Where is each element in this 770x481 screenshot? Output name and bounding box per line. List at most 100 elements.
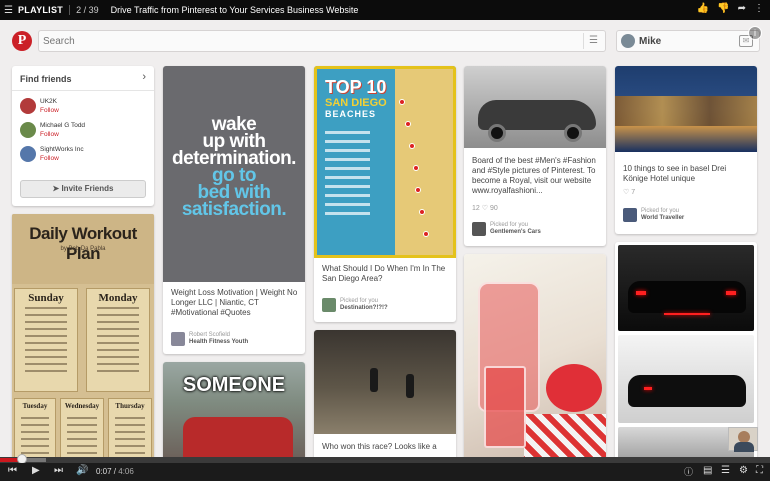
follow-link[interactable]: Follow: [40, 107, 59, 114]
pin-attribution[interactable]: Picked for you World Traveller: [623, 208, 751, 224]
follow-link[interactable]: Follow: [40, 155, 59, 162]
pinterest-header: P ☰ Mike ✉: [10, 28, 760, 54]
map-pin-icon: [399, 99, 405, 105]
play-icon[interactable]: ▶: [32, 465, 40, 476]
current-time: 0:07: [96, 467, 112, 476]
pinner-avatar: [472, 222, 486, 236]
invite-friends-button[interactable]: ➤ Invite Friends: [20, 180, 146, 198]
divider: [12, 90, 154, 91]
playlist-position: 2 / 39: [76, 5, 99, 15]
invite-friends-label: Invite Friends: [61, 184, 114, 193]
pinner-avatar: [171, 332, 185, 346]
workout-day: Monday: [98, 292, 138, 304]
pin-attribution[interactable]: Picked for you Gentlemen's Cars: [472, 222, 600, 238]
pin-image[interactable]: [618, 245, 754, 331]
info-icon[interactable]: i: [748, 26, 762, 40]
beach-list: [325, 131, 385, 221]
cloth-shape: [524, 414, 606, 457]
workout-day-column: Monday: [86, 288, 150, 392]
pin-image[interactable]: [464, 66, 606, 148]
map-pin-icon: [405, 121, 411, 127]
volume-icon[interactable]: 🔊: [76, 465, 88, 476]
workout-day: Sunday: [28, 292, 64, 304]
share-icon[interactable]: ➦: [738, 3, 746, 14]
pin-description: Weight Loss Motivation | Weight No Longe…: [171, 288, 298, 317]
user-name: Mike: [639, 36, 662, 47]
annotations-icon[interactable]: ⓘ: [684, 465, 693, 478]
friend-item: SightWorks Inc Follow: [20, 144, 150, 166]
find-friends-card: Find friends › UK2K Follow Michael G Tod…: [12, 66, 154, 206]
taillight: [644, 387, 652, 390]
pin-description: Board of the best #Men's #Fashion and #S…: [472, 156, 596, 195]
taillight: [636, 291, 646, 295]
search-categories-icon[interactable]: ☰: [583, 33, 603, 49]
video-title[interactable]: Drive Traffic from Pinterest to Your Ser…: [111, 5, 359, 15]
hotel-shape: [615, 96, 757, 126]
chevron-right-icon[interactable]: ›: [142, 71, 146, 83]
find-friends-title: Find friends: [20, 74, 72, 84]
picked-for-you: Picked for you: [490, 222, 529, 228]
friend-avatar: [20, 122, 36, 138]
friend-name: Michael G Todd: [40, 122, 86, 129]
map-pin-icon: [415, 187, 421, 193]
time-display: 0:07 / 4:06: [96, 467, 134, 476]
pin-image-text: wake up with determination. go to bed wi…: [172, 114, 296, 220]
taillight: [726, 291, 736, 295]
workout-day-column: Wednesday: [60, 398, 104, 457]
workout-pin[interactable]: Daily Workout Plan by Bob Da Pabla Sunda…: [12, 214, 154, 457]
car-body: [628, 375, 746, 407]
settings-gear-icon[interactable]: ⚙: [739, 465, 748, 476]
creator-thumbnail[interactable]: [728, 427, 758, 452]
search-input[interactable]: [43, 33, 573, 49]
basel-pin[interactable]: 10 things to see in basel Drei Könige Ho…: [615, 66, 757, 234]
pin-image-title: TOP 10: [325, 77, 387, 97]
pin-attribution[interactable]: Picked for you Destination?!?!?: [322, 298, 450, 314]
map-pin-icon: [409, 143, 415, 149]
creator-body: [734, 442, 754, 452]
workout-day: Wednesday: [64, 402, 100, 410]
san-diego-pin[interactable]: TOP 10 SAN DIEGO BEACHES What Should I D…: [314, 66, 456, 322]
playlist-bar: ☰ PLAYLIST 2 / 39 Drive Traffic from Pin…: [0, 0, 770, 20]
workout-title: Daily Workout Plan: [29, 224, 137, 263]
follow-link[interactable]: Follow: [40, 131, 59, 138]
race-pin[interactable]: Who won this race? Looks like a: [314, 330, 456, 457]
previous-icon[interactable]: ⏮: [8, 465, 17, 476]
fullscreen-icon[interactable]: ⛶: [756, 465, 763, 476]
dislike-icon[interactable]: 👎: [717, 3, 729, 14]
workout-day-column: Thursday: [108, 398, 152, 457]
next-icon[interactable]: ⏭: [54, 465, 63, 476]
duration: 4:06: [118, 467, 134, 476]
video-frame[interactable]: P ☰ Mike ✉ i Find friends › UK2K Follow: [0, 20, 770, 457]
pin-attribution[interactable]: Robert Scofield Health Fitness Youth: [171, 332, 299, 348]
car-pin[interactable]: Board of the best #Men's #Fashion and #S…: [464, 66, 606, 246]
motivation-pin[interactable]: wake up with determination. go to bed wi…: [163, 66, 305, 354]
pin-image[interactable]: [618, 335, 754, 423]
pinterest-logo-icon: P: [12, 31, 32, 51]
black-car-pin[interactable]: [615, 242, 757, 457]
pin-image[interactable]: [314, 330, 456, 434]
playlist-label[interactable]: PLAYLIST: [18, 5, 63, 15]
pinner-name: Robert Scofield: [189, 332, 231, 338]
pin-image[interactable]: [615, 66, 757, 152]
pin-image[interactable]: TOP 10 SAN DIEGO BEACHES: [314, 66, 456, 258]
playlist-menu-icon[interactable]: ☰: [4, 5, 16, 16]
pin-board: Health Fitness Youth: [189, 339, 249, 345]
strawberry-bowl-shape: [546, 364, 602, 412]
friend-name: SightWorks Inc: [40, 146, 84, 153]
wheel-icon: [564, 124, 582, 142]
pin-image-text: SOMEONE: [182, 374, 286, 396]
friend-name: UK2K: [40, 98, 57, 105]
strawberry-lemonade-pin[interactable]: [464, 254, 606, 457]
someone-pin[interactable]: SOMEONE: [163, 362, 305, 457]
more-icon[interactable]: ⋮: [754, 3, 764, 14]
like-icon[interactable]: 👍: [697, 3, 709, 14]
picked-for-you: Picked for you: [340, 298, 379, 304]
playlist-icon[interactable]: ☰: [721, 465, 730, 476]
workout-day-column: Tuesday: [14, 398, 56, 457]
captions-icon[interactable]: ▤: [703, 465, 712, 476]
user-menu[interactable]: Mike ✉: [616, 30, 760, 52]
pinner-avatar: [322, 298, 336, 312]
video-player[interactable]: ☰ PLAYLIST 2 / 39 Drive Traffic from Pin…: [0, 0, 770, 481]
pin-stats: ♡ 7: [623, 189, 636, 196]
pin-image-city: SAN DIEGO: [325, 97, 387, 109]
